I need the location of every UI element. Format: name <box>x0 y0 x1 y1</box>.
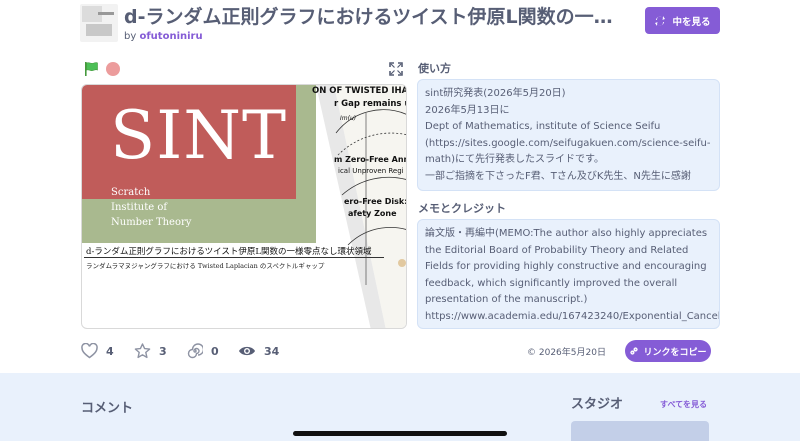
slide-safety-label: afety Zone <box>348 209 397 218</box>
views-count: 34 <box>264 344 280 358</box>
notes-line: 論文版・再編中(MEMO:The author also highly appr… <box>425 228 708 305</box>
studios-heading: スタジオ <box>571 397 624 412</box>
favorite-stat[interactable]: 3 <box>134 342 167 360</box>
project-thumbnail[interactable] <box>80 4 118 42</box>
project-header: d-ランダム正則グラフにおけるツイスト伊原L関数の一様零点なし環状領域 by o… <box>0 0 800 50</box>
views-stat: 34 <box>238 342 279 360</box>
remix-stat: 0 <box>187 342 219 360</box>
fullscreen-icon[interactable] <box>387 60 405 78</box>
studio-card[interactable] <box>571 421 709 441</box>
instructions-line: (https://sites.google.com/seifugakuen.co… <box>425 137 711 166</box>
slide-title-rule <box>84 257 384 258</box>
star-icon <box>134 343 151 359</box>
instructions-line: 2026年5月13日に <box>425 104 510 116</box>
see-inside-button[interactable]: 中を見る <box>645 7 720 34</box>
slide-unproven-label: ical Unproven Regi <box>338 167 404 175</box>
sint-subtitle: Scratch Institute of Number Theory <box>111 185 191 230</box>
eye-icon <box>239 346 255 356</box>
instructions-line: Dept of Mathematics, institute of Scienc… <box>425 121 661 132</box>
slide-subtitle: ランダムラマヌジャングラフにおける Twisted Laplacian のスペク… <box>86 262 325 270</box>
slide-annulus-label: m Zero-Free Annul <box>334 155 406 164</box>
spiral-icon <box>187 343 203 359</box>
slide-heading-2: r Gap remains uniform <box>334 99 406 109</box>
home-indicator[interactable] <box>293 431 507 436</box>
sint-subtitle-line-1: Scratch <box>111 187 151 198</box>
remix-arrows-icon <box>655 15 666 26</box>
instructions-panel[interactable]: sint研究発表(2026年5月20日) 2026年5月13日に Dept of… <box>417 79 720 191</box>
slide-disk-label: ero-Free Disk: <box>344 197 407 206</box>
slide-axis-label: Im(u) <box>340 115 357 122</box>
love-count: 4 <box>106 344 114 358</box>
copy-link-button[interactable]: リンクをコピー <box>625 340 711 362</box>
author-link[interactable]: ofutoniniru <box>139 31 202 42</box>
slide-heading-1: ON OF TWISTED IHARA <box>312 86 406 96</box>
copy-link-label: リンクをコピー <box>643 347 707 358</box>
slide-diagram <box>316 85 406 328</box>
project-stage[interactable]: ON OF TWISTED IHARA r Gap remains unifor… <box>81 84 407 329</box>
notes-heading: メモとクレジット <box>418 202 506 215</box>
instructions-line: sint研究発表(2026年5月20日) <box>425 88 566 99</box>
notes-panel[interactable]: 論文版・再編中(MEMO:The author also highly appr… <box>417 219 720 329</box>
instructions-heading: 使い方 <box>418 62 451 75</box>
byline: by ofutoniniru <box>124 31 203 42</box>
heart-icon <box>81 343 98 359</box>
green-flag-icon[interactable] <box>83 61 99 77</box>
share-date: © 2026年5月20日 <box>527 348 606 358</box>
stop-icon[interactable] <box>106 62 120 76</box>
sint-subtitle-line-3: Number Theory <box>111 217 192 228</box>
sint-green-strip <box>296 85 316 243</box>
comments-heading: コメント <box>81 401 134 416</box>
link-icon <box>630 347 639 355</box>
project-title: d-ランダム正則グラフにおけるツイスト伊原L関数の一様零点なし環状領域 <box>124 6 624 28</box>
slide-title: d-ランダム正則グラフにおけるツイスト伊原L関数の一様零点なし環状領域 <box>86 247 372 257</box>
sint-subtitle-line-2: Institute of <box>111 202 168 213</box>
instructions-line: 一部ご指摘を下さったF君、Tさん及びK先生、N先生に感謝 <box>425 170 691 182</box>
see-all-link[interactable]: すべてを見る <box>660 399 707 410</box>
notes-line: https://www.academia.edu/167423240/Expon… <box>425 310 720 322</box>
remix-count: 0 <box>211 344 219 358</box>
sint-logo-word: SINT <box>110 97 288 174</box>
love-stat[interactable]: 4 <box>81 342 114 360</box>
by-prefix: by <box>124 31 137 42</box>
favorite-count: 3 <box>159 344 167 358</box>
see-inside-label: 中を見る <box>672 16 711 28</box>
